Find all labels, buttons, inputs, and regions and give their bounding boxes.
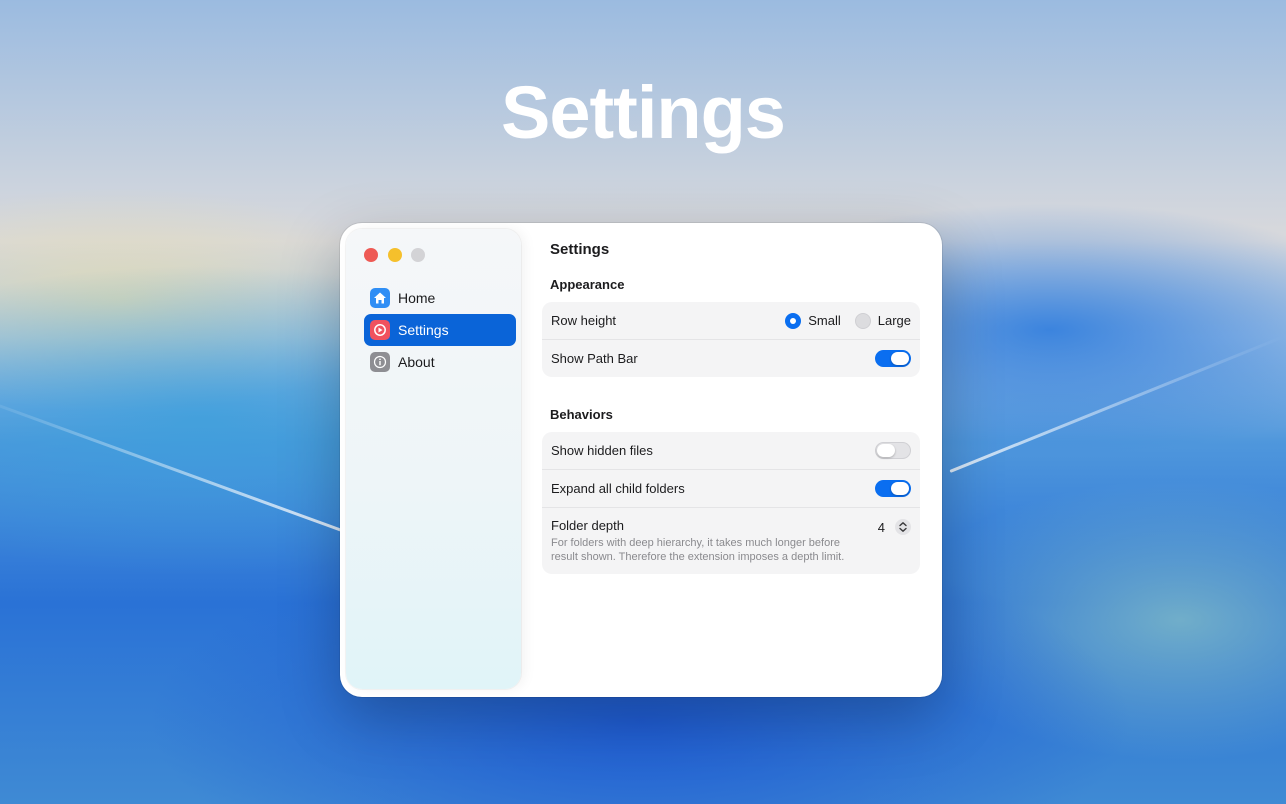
settings-pane: Settings Appearance Row height Small Lar… <box>540 223 942 697</box>
house-icon <box>370 288 390 308</box>
row-height-large-option[interactable]: Large <box>854 312 911 329</box>
background-light-streak <box>949 335 1285 473</box>
show-hidden-files-label: Show hidden files <box>551 443 653 458</box>
folder-depth-stepper-group: 4 <box>878 519 911 535</box>
sidebar-item-label: Settings <box>398 322 449 338</box>
expand-all-toggle[interactable] <box>875 480 911 497</box>
folder-depth-description: For folders with deep hierarchy, it take… <box>551 537 845 563</box>
folder-depth-row: Folder depth For folders with deep hiera… <box>542 507 920 574</box>
folder-depth-label: Folder depth <box>551 518 624 533</box>
row-height-radio-group: Small Large <box>785 312 911 329</box>
appearance-group: Row height Small Large Show Path Bar <box>542 302 920 377</box>
radio-button-selected[interactable] <box>785 312 802 329</box>
show-hidden-files-toggle[interactable] <box>875 442 911 459</box>
sidebar-item-home[interactable]: Home <box>364 282 516 314</box>
expand-all-label: Expand all child folders <box>551 481 685 496</box>
chevron-up-down-icon <box>899 522 907 532</box>
row-height-small-option[interactable]: Small <box>785 312 841 329</box>
show-path-bar-row: Show Path Bar <box>542 339 920 377</box>
folder-depth-stepper[interactable] <box>895 519 911 535</box>
section-title-appearance: Appearance <box>550 277 625 292</box>
radio-label: Large <box>877 313 911 328</box>
toggle-knob <box>891 482 909 495</box>
settings-window: Home Settings About Settings Appearance … <box>340 223 942 697</box>
folder-depth-text: Folder depth For folders with deep hiera… <box>551 518 851 564</box>
minimize-window-button[interactable] <box>388 248 402 262</box>
behaviors-group: Show hidden files Expand all child folde… <box>542 432 920 574</box>
expand-all-row: Expand all child folders <box>542 469 920 507</box>
row-height-label: Row height <box>551 313 617 328</box>
show-hidden-files-row: Show hidden files <box>542 432 920 469</box>
sidebar-item-about[interactable]: About <box>364 346 516 378</box>
gear-icon <box>370 320 390 340</box>
sidebar-item-label: About <box>398 354 435 370</box>
radio-label: Small <box>808 313 841 328</box>
toggle-knob <box>891 352 909 365</box>
folder-depth-value: 4 <box>877 519 885 535</box>
background-light-streak <box>0 390 356 537</box>
show-path-bar-toggle[interactable] <box>875 350 911 367</box>
zoom-window-button[interactable] <box>411 248 425 262</box>
show-path-bar-label: Show Path Bar <box>551 351 638 366</box>
close-window-button[interactable] <box>364 248 378 262</box>
sidebar-item-settings[interactable]: Settings <box>364 314 516 346</box>
sidebar: Home Settings About <box>346 229 521 689</box>
section-title-behaviors: Behaviors <box>550 407 613 422</box>
radio-button-unselected[interactable] <box>854 312 871 329</box>
row-height-row: Row height Small Large <box>542 302 920 339</box>
sidebar-item-label: Home <box>398 290 436 306</box>
hero-title: Settings <box>501 71 786 154</box>
info-icon <box>370 352 390 372</box>
toggle-knob <box>877 444 895 457</box>
page-title: Settings <box>550 241 610 258</box>
